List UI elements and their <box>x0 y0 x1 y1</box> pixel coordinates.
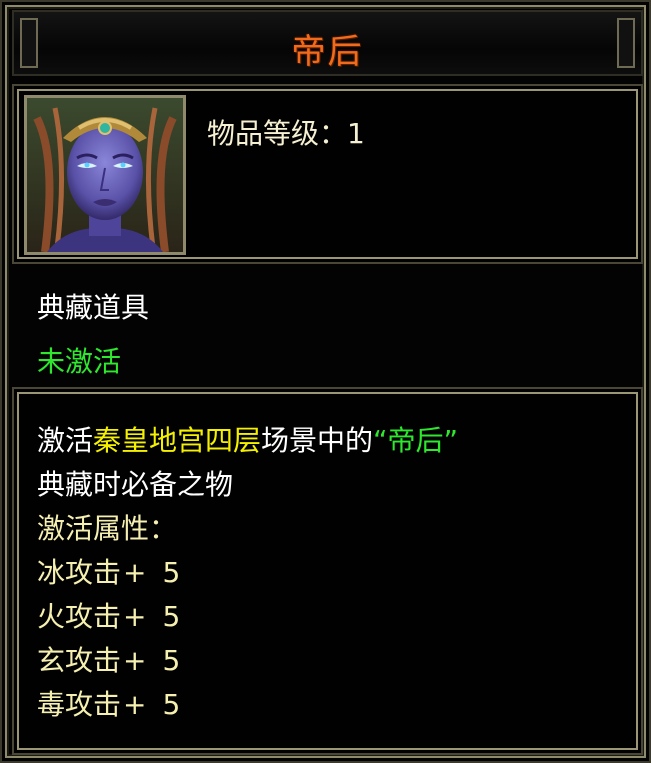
empress-portrait-icon <box>24 95 186 255</box>
item-type: 典藏道具 <box>37 291 150 324</box>
attribute-value: 5 <box>162 644 181 677</box>
attribute-sign: + <box>123 688 147 721</box>
attribute-name: 玄攻击 <box>37 644 122 677</box>
attribute-sign: + <box>123 600 147 633</box>
description-prefix: 激活 <box>37 424 94 457</box>
item-level: 物品等级：1 <box>207 117 365 150</box>
attribute-name: 冰攻击 <box>37 556 122 589</box>
attribute-name: 火攻击 <box>37 600 122 633</box>
attribute-name: 毒攻击 <box>37 688 122 721</box>
attribute-sign: + <box>123 644 147 677</box>
description-line-1: 激活秦皇地宫四层场景中的“帝后” <box>37 419 458 459</box>
attribute-value: 5 <box>162 556 181 589</box>
attribute-row: 冰攻击+ 5 <box>37 551 180 591</box>
activation-status: 未激活 <box>37 345 122 378</box>
location-name: 秦皇地宫四层 <box>93 424 262 457</box>
item-tooltip: 帝后 物品等级：1 典藏道具 未激活 激活秦皇地宫四层场景中的“帝后” 典藏时必… <box>0 0 651 763</box>
item-name: 帝后 <box>291 32 364 72</box>
attribute-value: 5 <box>162 688 181 721</box>
attribute-value: 5 <box>162 600 181 633</box>
attribute-row: 玄攻击+ 5 <box>37 639 180 679</box>
item-description-panel: 激活秦皇地宫四层场景中的“帝后” 典藏时必备之物 激活属性： 冰攻击+ 5 火攻击… <box>12 387 643 755</box>
description-line-2: 典藏时必备之物 <box>37 468 234 501</box>
quoted-item-name: “帝后” <box>373 424 459 457</box>
attributes-title: 激活属性： <box>37 512 178 545</box>
attribute-sign: + <box>123 556 147 589</box>
attribute-row: 毒攻击+ 5 <box>37 683 180 723</box>
attribute-row: 火攻击+ 5 <box>37 595 180 635</box>
description-middle: 场景中的 <box>261 424 374 457</box>
item-header-panel: 物品等级：1 <box>12 84 643 264</box>
title-bar: 帝后 <box>12 10 643 76</box>
